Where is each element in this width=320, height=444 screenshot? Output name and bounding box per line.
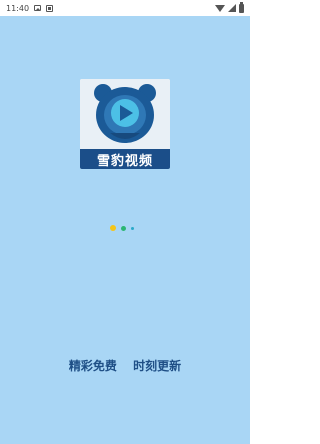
signal-icon: [228, 4, 236, 12]
status-time: 11:40: [6, 3, 30, 13]
status-left: 11:40: [6, 3, 54, 13]
wifi-icon: [215, 4, 225, 12]
loading-indicator: [110, 225, 134, 231]
battery-icon: [239, 1, 244, 13]
slogan-right: 时刻更新: [133, 359, 182, 373]
app-logo: 雪豹视频: [80, 79, 170, 169]
splash-screen: 11:40 雪豹视频 精彩免费 时刻更新: [0, 0, 250, 444]
loading-dot-2: [121, 225, 126, 231]
status-right: [215, 1, 244, 13]
status-bar: 11:40: [0, 0, 250, 16]
logo-name-band: 雪豹视频: [80, 149, 170, 169]
loading-dot-3: [131, 226, 134, 230]
image-notification-icon: [34, 5, 42, 11]
loading-dot-1: [110, 225, 116, 231]
leopard-play-icon: [80, 79, 170, 149]
box-notification-icon: [46, 4, 54, 12]
app-name: 雪豹视频: [96, 153, 153, 169]
slogan-left: 精彩免费: [68, 359, 117, 373]
slogan: 精彩免费 时刻更新: [0, 357, 250, 374]
